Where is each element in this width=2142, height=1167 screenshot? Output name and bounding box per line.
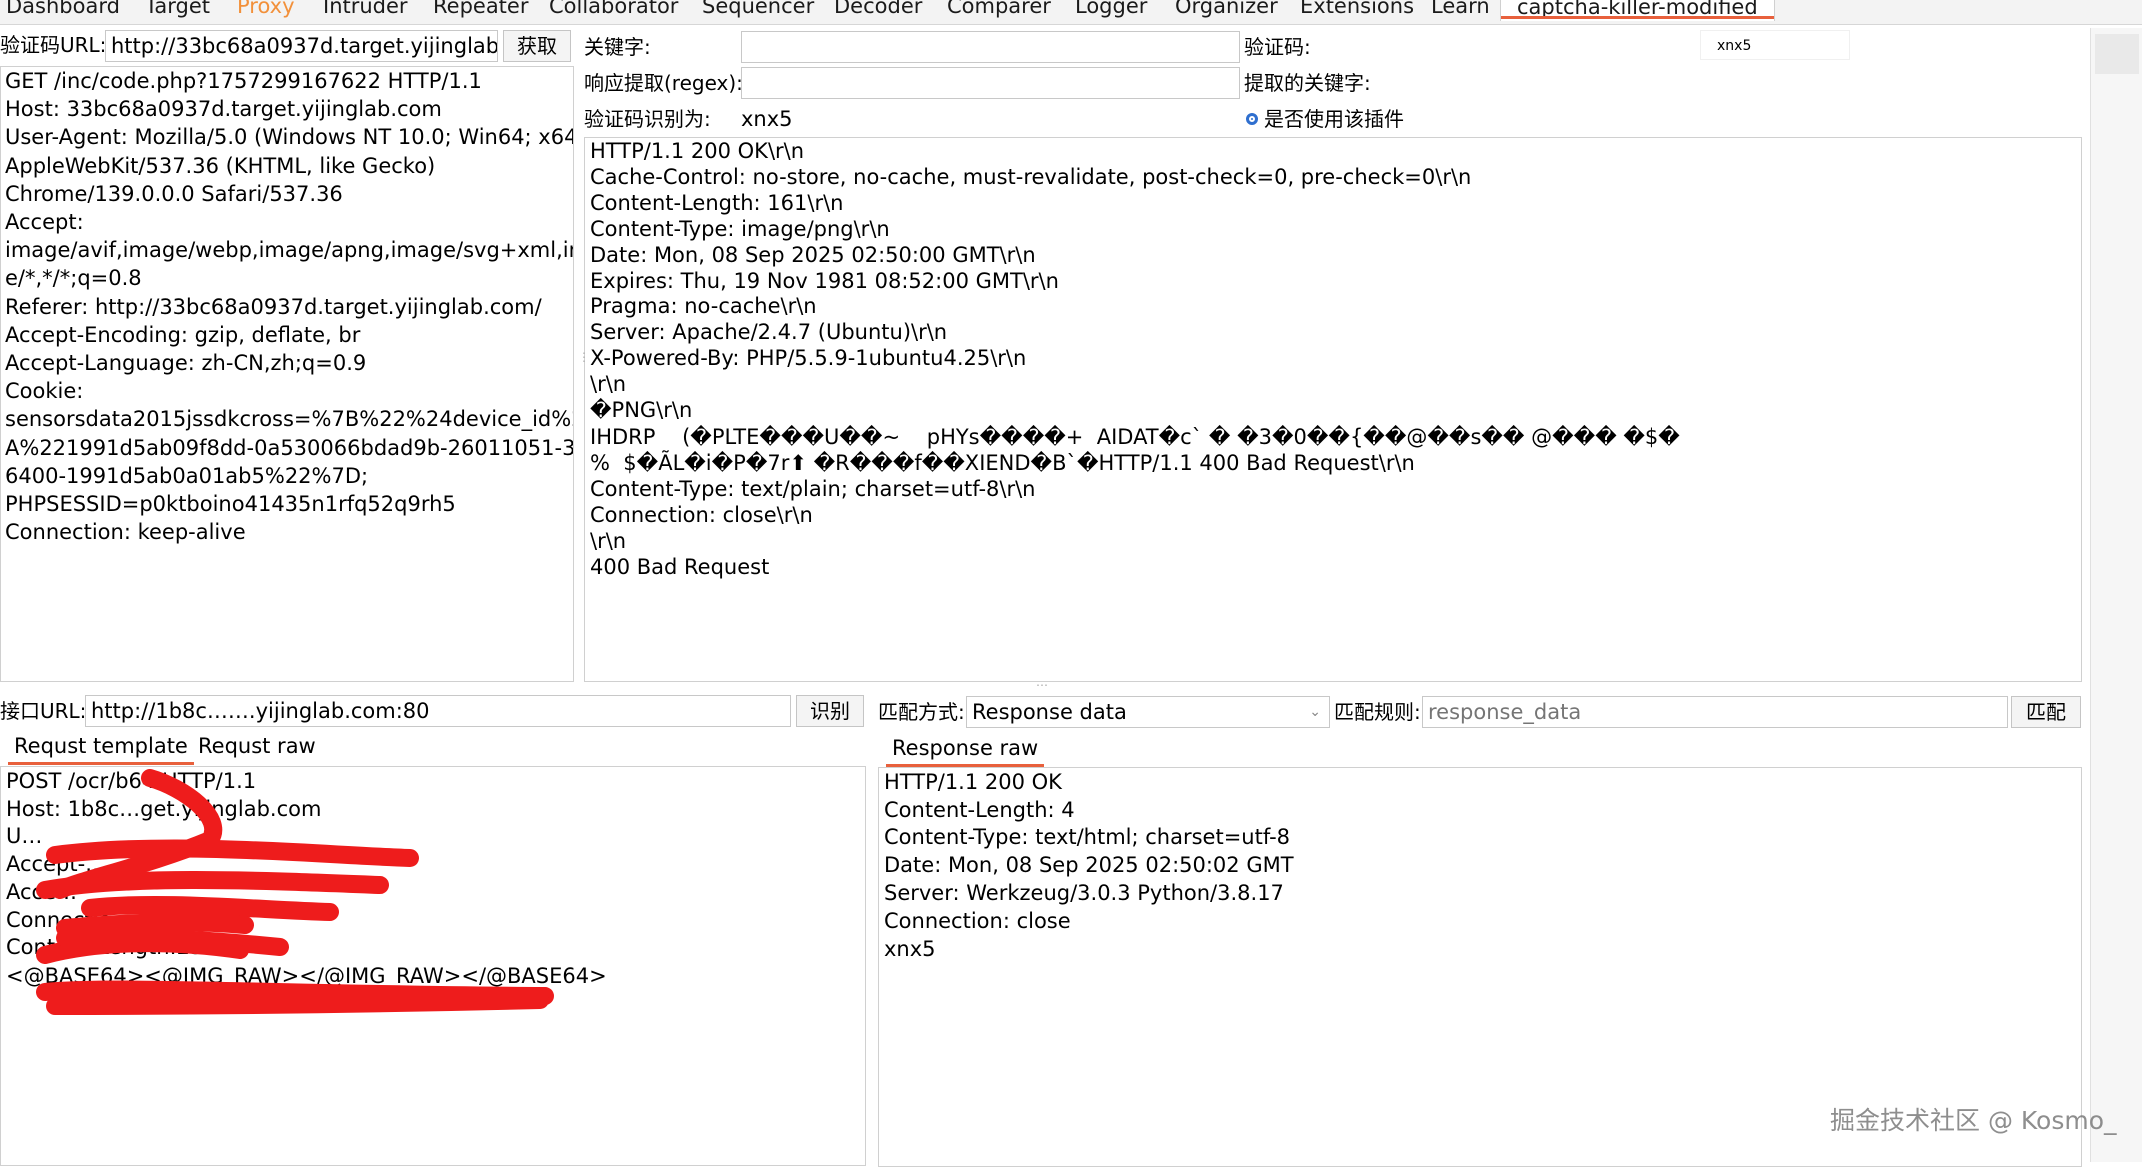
horizontal-splitter[interactable]: ⋯ xyxy=(1036,678,1048,692)
captcha-image: xnx5 xyxy=(1700,30,1850,60)
recognized-value: xnx5 xyxy=(741,107,793,131)
captcha-request-pane[interactable]: GET /inc/code.php?1757299167622 HTTP/1.1… xyxy=(0,66,574,682)
response-line: X-Powered-By: PHP/5.5.9-1ubuntu4.25\r\n xyxy=(590,346,1027,371)
captcha-response-text[interactable]: HTTP/1.1 200 OK\r\n Cache-Control: no-sto… xyxy=(585,138,2081,579)
match-response-text[interactable]: HTTP/1.1 200 OK Content-Length: 4 Content-… xyxy=(879,768,2081,963)
response-line: Date: Mon, 08 Sep 2025 02:50:00 GMT\r\n xyxy=(590,242,1036,267)
extracted-keyword-label: 提取的关键字: xyxy=(1244,71,1371,95)
request-line: e/*,*/*;q=0.8 xyxy=(5,266,142,291)
watermark: 掘金技术社区 @ Kosmo_ xyxy=(1830,1106,2117,1135)
tab-logger[interactable]: Logger xyxy=(1075,0,1147,18)
response-line: \r\n xyxy=(590,372,627,397)
tab-organizer[interactable]: Organizer xyxy=(1175,0,1278,18)
match-response-line: xnx5 xyxy=(884,937,936,962)
request-line: A%221991d5ab09f8dd-0a530066bdad9b-260110… xyxy=(5,435,574,460)
response-line: IHDRP (�PLTE���U��~ pHYs����+ AIDAT�c` �… xyxy=(590,424,1680,449)
request-line: Chrome/139.0.0.0 Safari/537.36 xyxy=(5,181,343,206)
vertical-splitter[interactable]: ⋮ xyxy=(578,350,590,364)
redaction-scribble xyxy=(36,769,554,1015)
use-plugin-radio[interactable] xyxy=(1246,113,1258,125)
request-line: User-Agent: Mozilla/5.0 (Windows NT 10.0… xyxy=(5,125,574,150)
tab-decoder[interactable]: Decoder xyxy=(834,0,922,18)
request-line: Accept: xyxy=(5,210,84,235)
captcha-url-label: 验证码URL: xyxy=(0,33,107,57)
scrollbar-thumb[interactable] xyxy=(2095,34,2139,74)
tab-request-raw[interactable]: Requst raw xyxy=(192,731,322,761)
recognized-label: 验证码识别为: xyxy=(584,107,711,131)
captcha-value-label: 验证码: xyxy=(1244,35,1311,59)
match-response-line: Content-Length: 4 xyxy=(884,797,1075,822)
match-response-line: Content-Type: text/html; charset=utf-8 xyxy=(884,825,1291,850)
captcha-request-text[interactable]: GET /inc/code.php?1757299167622 HTTP/1.1… xyxy=(1,67,573,546)
tab-intruder[interactable]: Intruder xyxy=(323,0,408,18)
tab-request-template[interactable]: Requst template xyxy=(8,731,194,765)
fetch-button[interactable]: 获取 xyxy=(503,30,571,62)
use-plugin-label: 是否使用该插件 xyxy=(1264,107,1404,131)
response-line: Content-Type: text/plain; charset=utf-8\… xyxy=(590,476,1036,501)
tab-response-raw[interactable]: Response raw xyxy=(886,733,1045,767)
response-line: Pragma: no-cache\r\n xyxy=(590,294,817,319)
tab-learn[interactable]: Learn xyxy=(1431,0,1490,18)
tab-collaborator[interactable]: Collaborator xyxy=(549,0,678,18)
match-mode-value: Response data xyxy=(972,700,1127,724)
captcha-response-pane[interactable]: HTTP/1.1 200 OK\r\n Cache-Control: no-sto… xyxy=(584,137,2082,682)
match-response-line: HTTP/1.1 200 OK xyxy=(884,770,1062,794)
keyword-input[interactable] xyxy=(741,31,1240,63)
request-line: Connection: keep-alive xyxy=(5,520,246,545)
tab-sequencer[interactable]: Sequencer xyxy=(702,0,814,18)
response-line: �PNG\r\n xyxy=(590,398,693,423)
match-response-line: Connection: close xyxy=(884,908,1071,933)
match-rule-label: 匹配规则: xyxy=(1334,700,1421,724)
request-line: AppleWebKit/537.36 (KHTML, like Gecko) xyxy=(5,153,436,178)
regex-input[interactable] xyxy=(741,67,1240,99)
tab-extensions[interactable]: Extensions xyxy=(1300,0,1414,18)
match-response-line: Server: Werkzeug/3.0.3 Python/3.8.17 xyxy=(884,880,1284,905)
request-line: 6400-1991d5ab0a01ab5%22%7D; xyxy=(5,463,369,488)
right-scrollbar[interactable] xyxy=(2090,28,2142,1162)
response-line: Expires: Thu, 19 Nov 1981 08:52:00 GMT\r… xyxy=(590,268,1059,293)
match-button[interactable]: 匹配 xyxy=(2011,696,2081,728)
response-line: % $�ÃL�i�P�7r⬆ �R���f��XIEND�B`�HTTP/1.1… xyxy=(590,450,1415,475)
chevron-down-icon: ⌄ xyxy=(1309,704,1321,720)
request-line: image/avif,image/webp,image/apng,image/s… xyxy=(5,238,574,263)
match-mode-select[interactable]: Response data ⌄ xyxy=(966,696,1330,728)
captcha-url-input[interactable]: http://33bc68a0937d.target.yijinglab.co xyxy=(105,30,498,62)
request-line: Cookie: xyxy=(5,379,84,404)
match-mode-label: 匹配方式: xyxy=(878,700,965,724)
api-url-input[interactable]: http://1b8c…….yijinglab.com:80 xyxy=(85,695,791,727)
keyword-label: 关键字: xyxy=(584,35,651,59)
request-line: Host: 33bc68a0937d.target.yijinglab.com xyxy=(5,97,442,122)
tab-comparer[interactable]: Comparer xyxy=(947,0,1051,18)
response-line: 400 Bad Request xyxy=(590,554,770,579)
response-line: \r\n xyxy=(590,528,627,553)
match-response-line: Date: Mon, 08 Sep 2025 02:50:02 GMT xyxy=(884,853,1294,878)
request-line: GET /inc/code.php?1757299167622 HTTP/1.1 xyxy=(5,69,482,93)
tab-captcha-killer[interactable]: captcha-killer-modified xyxy=(1500,0,1775,21)
match-rule-input[interactable] xyxy=(1422,696,2008,728)
response-line: Content-Length: 161\r\n xyxy=(590,190,844,215)
request-line: Referer: http://33bc68a0937d.target.yiji… xyxy=(5,294,542,319)
api-url-label: 接口URL: xyxy=(0,699,87,723)
regex-label: 响应提取(regex): xyxy=(584,71,743,95)
request-line: Accept-Language: zh-CN,zh;q=0.9 xyxy=(5,351,367,376)
main-tab-bar: Dashboard Target Proxy Intruder Repeater… xyxy=(0,0,2142,25)
request-line: PHPSESSID=p0ktboino41435n1rfq52q9rh5 xyxy=(5,492,456,517)
recognize-button[interactable]: 识别 xyxy=(796,695,864,727)
tab-repeater[interactable]: Repeater xyxy=(433,0,528,18)
tab-target[interactable]: Target xyxy=(145,0,210,18)
request-line: sensorsdata2015jssdkcross=%7B%22%24devic… xyxy=(5,407,574,432)
tab-proxy[interactable]: Proxy xyxy=(237,0,295,18)
response-line: HTTP/1.1 200 OK\r\n xyxy=(590,139,805,163)
response-line: Content-Type: image/png\r\n xyxy=(590,216,890,241)
request-line: Accept-Encoding: gzip, deflate, br xyxy=(5,322,361,347)
response-line: Connection: close\r\n xyxy=(590,502,813,527)
tab-dashboard[interactable]: Dashboard xyxy=(6,0,120,18)
response-line: Server: Apache/2.4.7 (Ubuntu)\r\n xyxy=(590,320,948,345)
response-line: Cache-Control: no-store, no-cache, must-… xyxy=(590,164,1472,189)
